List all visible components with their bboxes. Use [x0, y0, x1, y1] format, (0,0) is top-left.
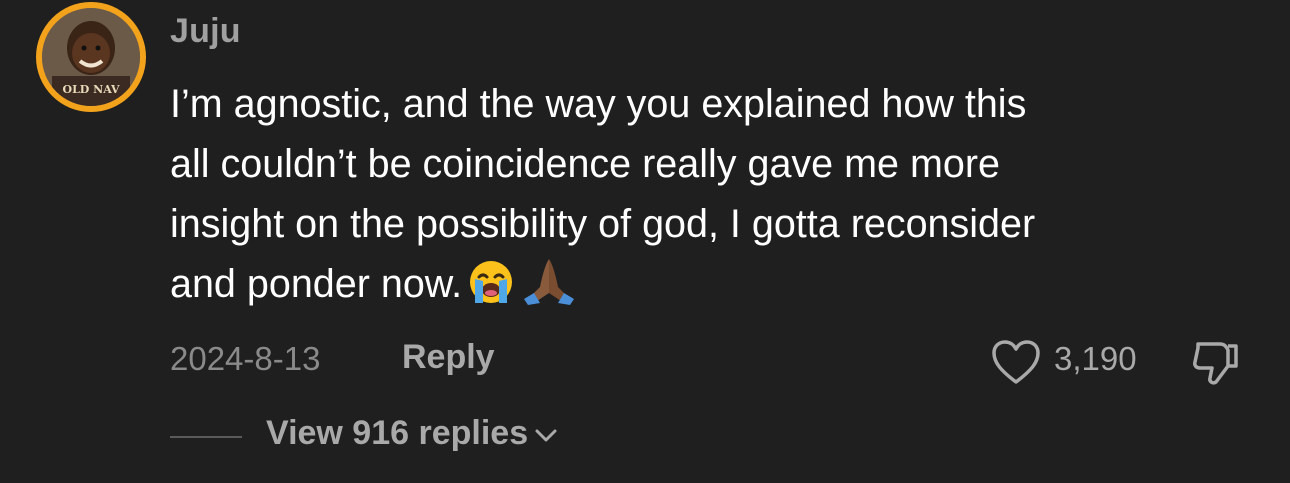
thumbs-down-icon[interactable]: [1190, 336, 1242, 388]
comment-line: I’m agnostic, and the way you explained …: [170, 82, 1027, 126]
replies-divider: [170, 436, 242, 438]
avatar-shirt-text: OLD NAV: [62, 83, 119, 96]
comment-line: all couldn’t be coincidence really gave …: [170, 142, 1000, 186]
comment-username[interactable]: Juju: [170, 12, 241, 51]
reply-button[interactable]: Reply: [402, 338, 495, 377]
comment-date: 2024-8-13: [170, 340, 321, 377]
view-replies-button[interactable]: View 916 replies: [266, 414, 558, 453]
view-replies-label: View 916 replies: [266, 414, 529, 452]
loudly-crying-face-emoji: [466, 257, 516, 322]
comment-line-text: and ponder now.: [170, 262, 463, 306]
comment-line: insight on the possibility of god, I got…: [170, 202, 1036, 246]
folded-hands-emoji: [520, 257, 578, 322]
comment-line-last: and ponder now.: [170, 254, 1270, 322]
comment-text: I’m agnostic, and the way you explained …: [170, 74, 1270, 322]
avatar-image: OLD NAV: [42, 8, 140, 106]
chevron-down-icon: [534, 414, 558, 453]
like-count: 3,190: [1054, 340, 1137, 377]
avatar[interactable]: OLD NAV: [36, 2, 146, 112]
heart-icon[interactable]: [990, 338, 1042, 386]
